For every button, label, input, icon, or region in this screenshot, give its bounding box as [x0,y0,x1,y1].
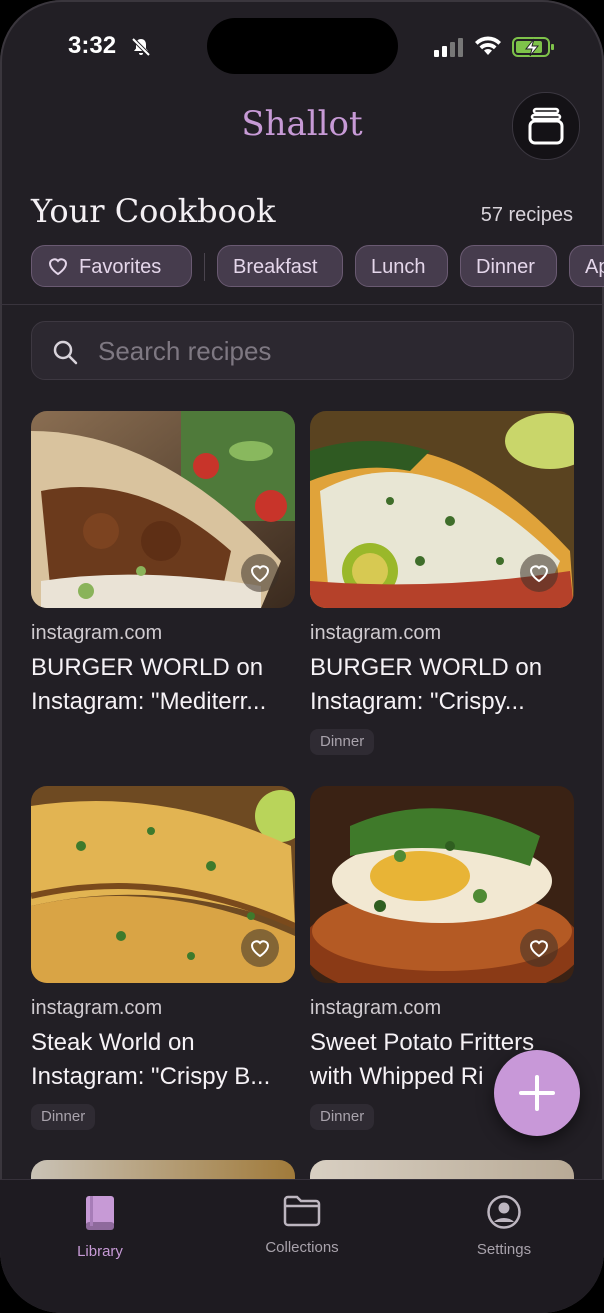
heart-icon [48,258,68,275]
recipe-source: instagram.com [31,997,163,1019]
recipe-count: 57 recipes [480,204,573,226]
chip-label: Ap [585,256,604,278]
recipe-title-line2: Instagram: "Crispy... [310,688,525,715]
dynamic-island [207,18,398,74]
recipe-image [31,786,295,983]
profile-icon [487,1195,521,1229]
heart-icon [250,565,270,583]
recipe-source: instagram.com [31,622,163,644]
favorite-button[interactable] [241,929,279,967]
recipe-card[interactable]: instagram.com Steak World on Instagram: … [31,786,295,1130]
tab-label: Library [77,1243,123,1260]
recipe-title-line2: Instagram: "Mediterr... [31,688,267,715]
recipe-tag: Dinner [310,729,375,755]
tab-label: Collections [265,1239,339,1256]
chip-favorites[interactable]: Favorites [31,245,192,287]
chip-label: Breakfast [233,256,318,278]
muted-bell-icon [131,37,151,57]
recipe-title: Steak World on Instagram: "Crispy B... [31,1026,295,1094]
recipe-image-partial [310,1160,574,1180]
battery-charging-icon [512,37,554,57]
stack-icon [528,107,564,145]
heart-icon [529,565,549,583]
status-time: 3:32 [68,32,117,59]
recipe-title-line1: BURGER WORLD on [310,654,543,681]
favorite-button[interactable] [520,554,558,592]
tab-settings[interactable]: Settings [434,1194,574,1258]
chip-divider [204,253,205,281]
cellular-signal-icon [434,38,463,57]
divider [0,304,604,305]
recipe-source: instagram.com [310,622,442,644]
folder-icon [283,1195,321,1227]
recipe-card[interactable]: instagram.com BURGER WORLD on Instagram:… [31,411,295,719]
tab-label: Settings [476,1241,532,1258]
recipe-tag: Dinner [31,1104,96,1130]
recipe-title: BURGER WORLD on Instagram: "Mediterr... [31,651,295,719]
heart-icon [250,940,270,958]
recipe-tag: Dinner [310,1104,375,1130]
recipe-image-partial [31,1160,295,1180]
tab-bar: Library Collections Settings [0,1179,604,1313]
chip-label: Favorites [79,256,162,278]
tab-library[interactable]: Library [30,1194,170,1260]
heart-icon [529,940,549,958]
recipe-card[interactable]: instagram.com BURGER WORLD on Instagram:… [310,411,574,755]
book-icon [86,1196,114,1230]
chip-lunch[interactable]: Lunch [355,245,448,287]
recipe-title-line2: Instagram: "Crispy B... [31,1063,271,1090]
recipe-image [310,786,574,983]
chip-label: Lunch [371,256,426,278]
search-bar[interactable] [31,321,574,380]
recipe-title-line1: BURGER WORLD on [31,654,264,681]
status-bar: 3:32 [0,0,604,90]
phone-screen: 3:32 Shallot Your Cookbook 57 recipes Fa… [0,0,604,1313]
tab-collections[interactable]: Collections [232,1194,372,1256]
favorite-button[interactable] [520,929,558,967]
chip-label: Dinner [476,256,535,278]
favorite-button[interactable] [241,554,279,592]
recipe-title: BURGER WORLD on Instagram: "Crispy... [310,651,574,719]
recipe-image [31,411,295,608]
search-icon [53,340,78,365]
recipe-source: instagram.com [310,997,442,1019]
plus-icon [519,1075,555,1111]
add-recipe-button[interactable] [494,1050,580,1136]
chip-dinner[interactable]: Dinner [460,245,557,287]
search-input[interactable] [96,330,560,372]
recipe-image [310,411,574,608]
collections-stack-button[interactable] [512,92,580,160]
cookbook-heading: Your Cookbook [31,192,276,230]
chip-breakfast[interactable]: Breakfast [217,245,343,287]
recipe-title-line1: Steak World on [31,1029,195,1056]
chip-appetizers[interactable]: Ap [569,245,604,287]
wifi-icon [475,36,501,55]
